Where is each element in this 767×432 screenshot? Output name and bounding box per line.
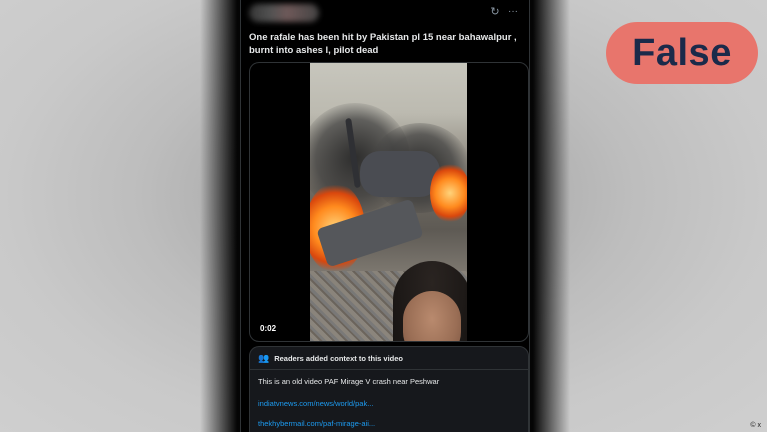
- post-text: One rafale has been hit by Pakistan pl 1…: [249, 32, 517, 56]
- blurred-author: [249, 4, 319, 22]
- community-note-header: 👥 Readers added context to this video: [250, 347, 528, 370]
- people-icon: 👥: [258, 352, 270, 363]
- community-note-text: This is an old video PAF Mirage V crash …: [258, 377, 440, 386]
- post-header: ↻ ···: [249, 4, 521, 22]
- refresh-icon[interactable]: ↻: [489, 6, 501, 18]
- video-player[interactable]: 0:02: [249, 62, 529, 342]
- source-link-2[interactable]: thekhybermail.com/paf-mirage-aii...: [258, 419, 375, 428]
- community-note-title: Readers added context to this video: [274, 353, 403, 363]
- copyright-credit: © x: [750, 422, 761, 429]
- source-link-1[interactable]: indiatvnews.com/news/world/pak...: [258, 399, 373, 408]
- video-frame: [310, 63, 467, 341]
- community-note: 👥 Readers added context to this video Th…: [249, 346, 529, 432]
- social-post: ↻ ··· One rafale has been hit by Pakista…: [240, 0, 530, 432]
- more-options-icon[interactable]: ···: [507, 6, 519, 18]
- verdict-badge: False: [606, 22, 758, 84]
- video-timestamp: 0:02: [260, 324, 277, 333]
